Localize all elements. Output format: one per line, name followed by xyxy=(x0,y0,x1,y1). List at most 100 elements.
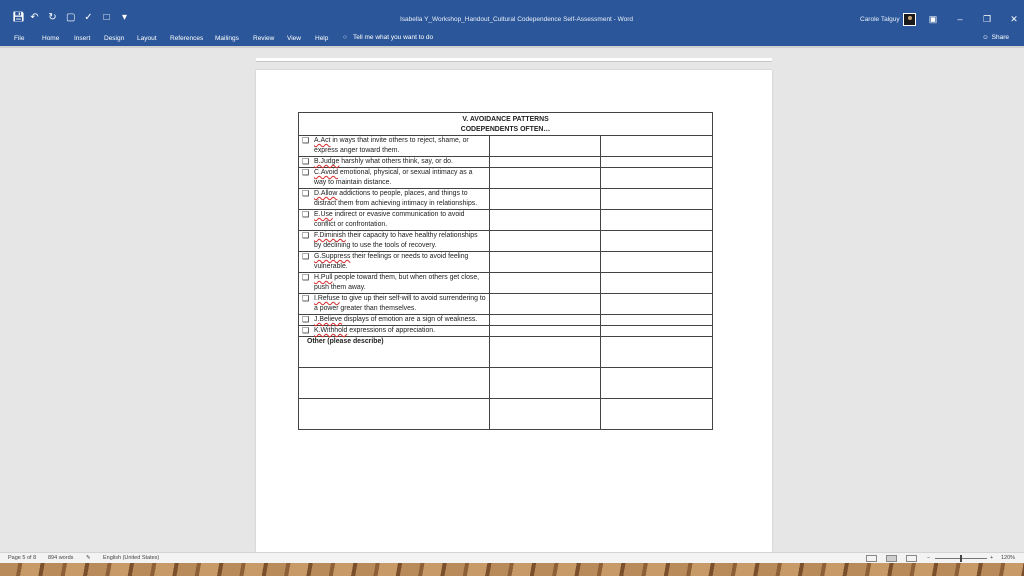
notes-cell[interactable] xyxy=(599,209,714,231)
item-cell[interactable]: ❑ B.Judge harshly what others think, say,… xyxy=(298,156,490,168)
item-cell[interactable]: ❑ F.Diminish their capacity to have healt… xyxy=(298,230,490,252)
notes-cell[interactable] xyxy=(599,336,714,368)
item-cell[interactable]: ❑ K.Withhold expressions of appreciation. xyxy=(298,325,490,337)
notes-cell[interactable] xyxy=(599,398,714,430)
response-cell[interactable] xyxy=(489,209,601,231)
response-cell[interactable] xyxy=(489,336,601,368)
tell-me-box[interactable]: ○ Tell me what you want to do xyxy=(343,34,433,41)
ribbon-display-icon[interactable]: ▣ xyxy=(928,14,938,25)
checkbox-icon[interactable]: ❑ xyxy=(302,252,314,272)
notes-cell[interactable] xyxy=(599,367,714,399)
response-cell[interactable] xyxy=(489,367,601,399)
ribbon-tabs: File Home Insert Design Layout Reference… xyxy=(0,30,1024,46)
read-mode-icon[interactable] xyxy=(866,555,877,562)
restore-icon[interactable]: ❐ xyxy=(982,14,992,25)
response-cell[interactable] xyxy=(489,325,601,337)
checkbox-icon[interactable]: ❑ xyxy=(302,273,314,293)
notes-cell[interactable] xyxy=(599,167,714,189)
other-cell[interactable]: Other (please describe) xyxy=(298,336,490,368)
notes-cell[interactable] xyxy=(599,325,714,337)
item-cell[interactable]: ❑ C.Avoid emotional, physical, or sexual … xyxy=(298,167,490,189)
minimize-icon[interactable]: – xyxy=(955,14,965,25)
blank-cell[interactable] xyxy=(298,367,490,399)
share-button[interactable]: ☺ Share xyxy=(982,34,1009,41)
word-count[interactable]: 894 words xyxy=(48,555,73,561)
notes-cell[interactable] xyxy=(599,156,714,168)
checkbox-icon[interactable]: ❑ xyxy=(302,231,314,251)
item-cell[interactable]: ❑ H.Pull people toward them, but when oth… xyxy=(298,272,490,294)
response-cell[interactable] xyxy=(489,398,601,430)
response-cell[interactable] xyxy=(489,293,601,315)
table-row: ❑ F.Diminish their capacity to have healt… xyxy=(298,230,714,252)
response-cell[interactable] xyxy=(489,135,601,157)
response-cell[interactable] xyxy=(489,251,601,273)
tab-help[interactable]: Help xyxy=(315,35,328,42)
notes-cell[interactable] xyxy=(599,293,714,315)
print-layout-icon[interactable] xyxy=(886,555,897,562)
new-doc-icon[interactable]: □ xyxy=(102,13,111,23)
undo-icon[interactable]: ↶ xyxy=(30,13,39,23)
item-cell[interactable]: ❑ J.Believe displays of emotion are a sig… xyxy=(298,314,490,326)
tab-mailings[interactable]: Mailings xyxy=(215,35,239,42)
response-cell[interactable] xyxy=(489,188,601,210)
notes-cell[interactable] xyxy=(599,251,714,273)
item-text: H.Pull people toward them, but when othe… xyxy=(314,273,486,293)
quick-access-toolbar: 💾︎ ↶ ↻ ▢ ✓ □ ▾ xyxy=(12,13,129,23)
tab-insert[interactable]: Insert xyxy=(74,35,90,42)
item-cell[interactable]: ❑ G.Suppress their feelings or needs to a… xyxy=(298,251,490,273)
notes-cell[interactable] xyxy=(599,135,714,157)
checkbox-icon[interactable]: ❑ xyxy=(302,157,314,167)
item-cell[interactable]: ❑ A.Act in ways that invite others to rej… xyxy=(298,135,490,157)
item-rest: addictions to people, places, and things… xyxy=(314,190,478,207)
response-cell[interactable] xyxy=(489,272,601,294)
other-label: Other (please describe) xyxy=(307,338,384,345)
checkbox-icon[interactable]: ❑ xyxy=(302,326,314,336)
language-indicator[interactable]: English (United States) xyxy=(103,555,159,561)
zoom-in-button[interactable]: + xyxy=(990,555,993,561)
web-layout-icon[interactable] xyxy=(906,555,917,562)
user-name[interactable]: Carole Talguy xyxy=(860,16,900,23)
document-title: Isabella Y_Workshop_Handout_Cultural Cod… xyxy=(400,16,634,23)
tab-view[interactable]: View xyxy=(287,35,301,42)
zoom-out-button[interactable]: − xyxy=(927,555,930,561)
tab-layout[interactable]: Layout xyxy=(137,35,157,42)
checkbox-icon[interactable]: ❑ xyxy=(302,315,314,325)
close-icon[interactable]: ✕ xyxy=(1009,14,1019,25)
item-cell[interactable]: ❑ E.Use indirect or evasive communication… xyxy=(298,209,490,231)
tab-design[interactable]: Design xyxy=(104,35,124,42)
response-cell[interactable] xyxy=(489,230,601,252)
redo-icon[interactable]: ↻ xyxy=(48,13,57,23)
table-title: V. AVOIDANCE PATTERNS xyxy=(462,116,549,123)
checkbox-icon[interactable]: ❑ xyxy=(302,189,314,209)
tab-file[interactable]: File xyxy=(14,35,24,42)
checkbox-icon[interactable]: ❑ xyxy=(302,168,314,188)
share-label: Share xyxy=(991,34,1009,41)
notes-cell[interactable] xyxy=(599,230,714,252)
customize-qat-icon[interactable]: ▾ xyxy=(120,13,129,23)
item-cell[interactable]: ❑ D.Allow addictions to people, places, a… xyxy=(298,188,490,210)
save-icon[interactable]: 💾︎ xyxy=(12,13,25,23)
zoom-level[interactable]: 120% xyxy=(1001,555,1015,561)
blank-cell[interactable] xyxy=(298,398,490,430)
tab-review[interactable]: Review xyxy=(253,35,274,42)
response-cell[interactable] xyxy=(489,167,601,189)
checkbox-icon[interactable]: ❑ xyxy=(302,210,314,230)
zoom-slider-thumb[interactable] xyxy=(960,555,962,562)
checkbox-icon[interactable]: ❑ xyxy=(302,294,314,314)
notes-cell[interactable] xyxy=(599,272,714,294)
tab-home[interactable]: Home xyxy=(42,35,59,42)
avatar[interactable] xyxy=(903,13,916,26)
spelling-icon[interactable]: ✓ xyxy=(84,13,93,23)
notes-cell[interactable] xyxy=(599,314,714,326)
table-row: ❑ C.Avoid emotional, physical, or sexual … xyxy=(298,167,714,189)
response-cell[interactable] xyxy=(489,156,601,168)
response-cell[interactable] xyxy=(489,314,601,326)
print-preview-icon[interactable]: ▢ xyxy=(66,13,75,23)
notes-cell[interactable] xyxy=(599,188,714,210)
item-cell[interactable]: ❑ I.Refuse to give up their self-will to … xyxy=(298,293,490,315)
checkbox-icon[interactable]: ❑ xyxy=(302,136,314,156)
page-count[interactable]: Page 5 of 8 xyxy=(8,555,36,561)
tab-references[interactable]: References xyxy=(170,35,203,42)
item-text: A.Act in ways that invite others to reje… xyxy=(314,136,486,156)
proofing-icon[interactable]: ✎ xyxy=(86,555,91,561)
